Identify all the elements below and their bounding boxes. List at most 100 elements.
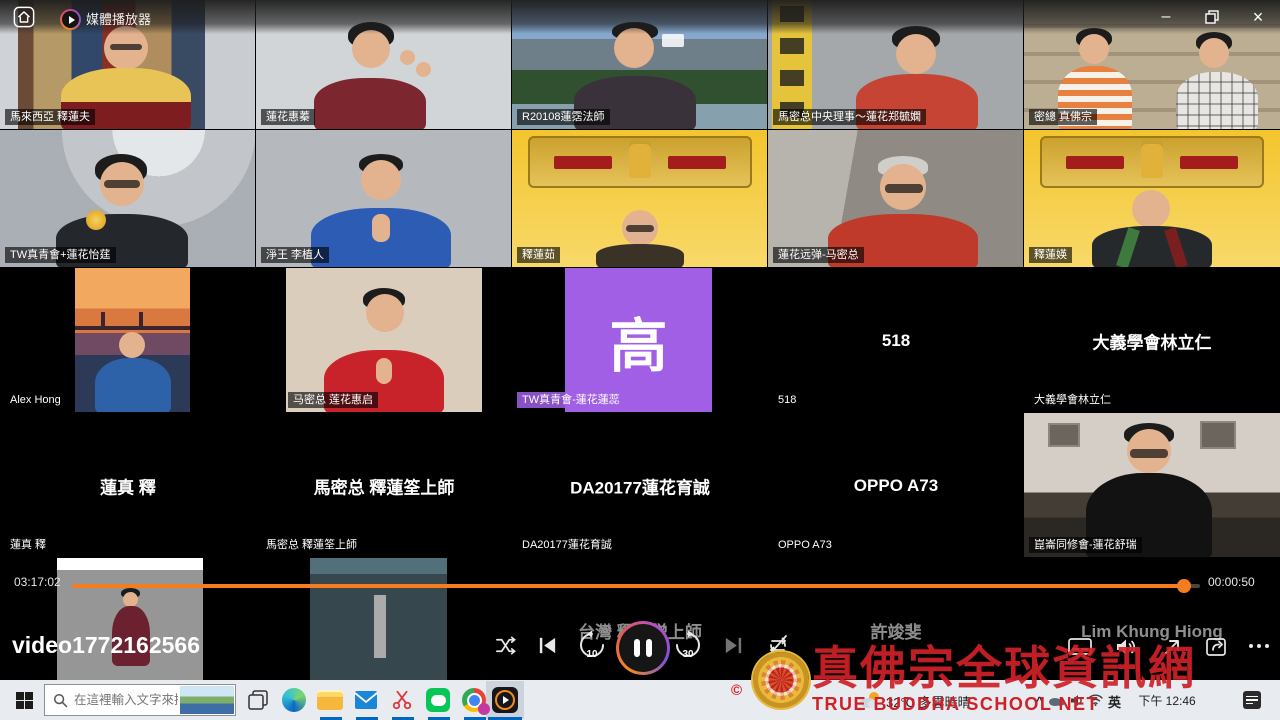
line-app-button[interactable] <box>424 686 452 714</box>
participant-tile: 蓮花远弹-马密总 <box>768 130 1024 268</box>
more-options-button[interactable] <box>1248 641 1270 651</box>
glasses <box>104 180 140 188</box>
home-button[interactable] <box>13 6 35 28</box>
file-explorer-button[interactable] <box>316 686 344 714</box>
volume-button[interactable] <box>1114 635 1138 659</box>
chrome-icon <box>462 688 486 712</box>
hand <box>416 62 431 77</box>
title-bar <box>0 0 1280 34</box>
taskbar-search[interactable] <box>44 684 236 716</box>
notification-badge <box>478 703 490 715</box>
participant-tile: 馬密总 釋蓮筌上師 馬密总 釋蓮筌上師 <box>256 413 512 558</box>
plaid-shirt <box>1176 72 1258 130</box>
restore-button[interactable] <box>1200 6 1224 28</box>
participant-display-name: OPPO A73 <box>768 476 1024 496</box>
participant-tile: 釋蓮茹 <box>512 130 768 268</box>
participant-name-label: 蓮花远弹-马密总 <box>773 247 864 263</box>
participant-name-label: 518 <box>773 392 801 408</box>
shirt <box>314 78 426 130</box>
participant-tile <box>256 558 512 680</box>
weather-widget[interactable] <box>856 686 884 714</box>
chrome-app-button[interactable] <box>460 686 488 714</box>
participant-tile: 高 TW真青會-蓮花蓮蕊 <box>512 268 768 413</box>
person <box>123 592 138 607</box>
video-feed <box>57 558 203 680</box>
subtitles-button[interactable] <box>1068 638 1092 656</box>
participant-name-label: 馬密总 釋蓮筌上師 <box>261 537 362 553</box>
media-player-window: 馬來西亞 釋蓮夫 蓮花惠蓁 R20108蓮霑法師 馬密总中央 <box>0 0 1280 720</box>
bridge-deck <box>75 326 190 330</box>
weather-icon <box>858 690 882 710</box>
participant-tile: DA20177蓮花育誠 DA20177蓮花育誠 <box>512 413 768 558</box>
participant-tile: 崑崙同修會-蓮花舒瑞 <box>1024 413 1280 558</box>
participant-display-name: 518 <box>768 331 1024 351</box>
input-language-indicator[interactable]: 英 <box>1108 692 1121 711</box>
bridge-tower <box>101 312 105 330</box>
search-input[interactable] <box>72 692 180 708</box>
participant-tile: OPPO A73 OPPO A73 <box>768 413 1024 558</box>
person <box>119 332 145 358</box>
media-player-icon <box>492 687 518 713</box>
participant-name-label: 大義學會林立仁 <box>1029 392 1116 408</box>
player-logo-icon <box>60 9 81 30</box>
participant-tile: 釋蓮媖 <box>1024 130 1280 268</box>
minimize-button[interactable]: – <box>1154 6 1178 28</box>
next-icon <box>722 634 745 657</box>
line-icon <box>426 688 450 712</box>
participant-name-label: DA20177蓮花育誠 <box>517 537 617 553</box>
glasses <box>626 225 654 232</box>
onedrive-tray-button[interactable] <box>1048 686 1066 714</box>
participant-name-label: 蓮花惠蓁 <box>261 109 315 125</box>
close-button[interactable]: × <box>1246 6 1270 28</box>
start-button[interactable] <box>10 686 38 714</box>
shuffle-button[interactable] <box>494 634 517 657</box>
bridge-tower <box>139 312 143 330</box>
rewind-skip-label: 10 <box>576 649 608 660</box>
robe <box>1092 226 1212 268</box>
forward-30-button[interactable]: 30 <box>672 629 704 661</box>
speaker-tray-button[interactable] <box>1068 686 1086 714</box>
clock[interactable]: 下午 12:46 <box>1134 692 1200 709</box>
action-center-button[interactable] <box>1238 686 1266 714</box>
forward-skip-label: 30 <box>672 649 704 660</box>
pip-button[interactable] <box>1204 635 1228 659</box>
person <box>1132 190 1170 228</box>
media-player-app-button[interactable] <box>491 686 519 714</box>
pause-button[interactable] <box>616 621 670 675</box>
glasses <box>110 44 142 50</box>
fullscreen-icon <box>1160 635 1184 659</box>
banner-text-block <box>1066 156 1124 169</box>
gold-emblem <box>86 210 106 230</box>
participant-tile: Alex Hong <box>0 268 256 413</box>
search-highlight-image[interactable] <box>180 686 234 714</box>
speaker-icon <box>1070 694 1084 707</box>
participant-display-name: video1772162566 <box>12 632 200 659</box>
participant-tile: 大義學會林立仁 大義學會林立仁 <box>1024 268 1280 413</box>
restore-icon <box>1205 10 1219 24</box>
task-view-button[interactable] <box>244 686 272 714</box>
network-tray-button[interactable] <box>1086 686 1104 714</box>
remaining-time: 00:00:50 <box>1208 575 1255 589</box>
weather-text[interactable]: 32°C 多雲時晴 <box>886 692 971 711</box>
robe <box>596 244 684 268</box>
progress-bar[interactable] <box>72 584 1200 588</box>
fullscreen-button[interactable] <box>1160 635 1184 659</box>
snip-app-button[interactable] <box>388 686 416 714</box>
participant-tile: 淨王 李植人 <box>256 130 512 268</box>
participant-tile: 許竣斐 <box>768 558 1024 680</box>
edge-app-button[interactable] <box>280 686 308 714</box>
participant-tile: 518 518 <box>768 268 1024 413</box>
next-button[interactable] <box>722 634 745 657</box>
previous-button[interactable] <box>536 634 559 657</box>
tray-caret[interactable]: ^ <box>1036 694 1043 708</box>
participant-name-label: R20108蓮霑法師 <box>517 109 610 125</box>
person <box>1199 38 1229 68</box>
scrollbar[interactable] <box>374 595 386 658</box>
repeat-off-button[interactable] <box>766 633 790 657</box>
cloud-icon <box>1049 695 1065 706</box>
hand <box>400 50 415 65</box>
deity-figure <box>629 144 651 178</box>
rewind-10-button[interactable]: 10 <box>576 629 608 661</box>
mail-app-button[interactable] <box>352 686 380 714</box>
participant-name-label: 马密总 莲花惠启 <box>288 392 378 408</box>
